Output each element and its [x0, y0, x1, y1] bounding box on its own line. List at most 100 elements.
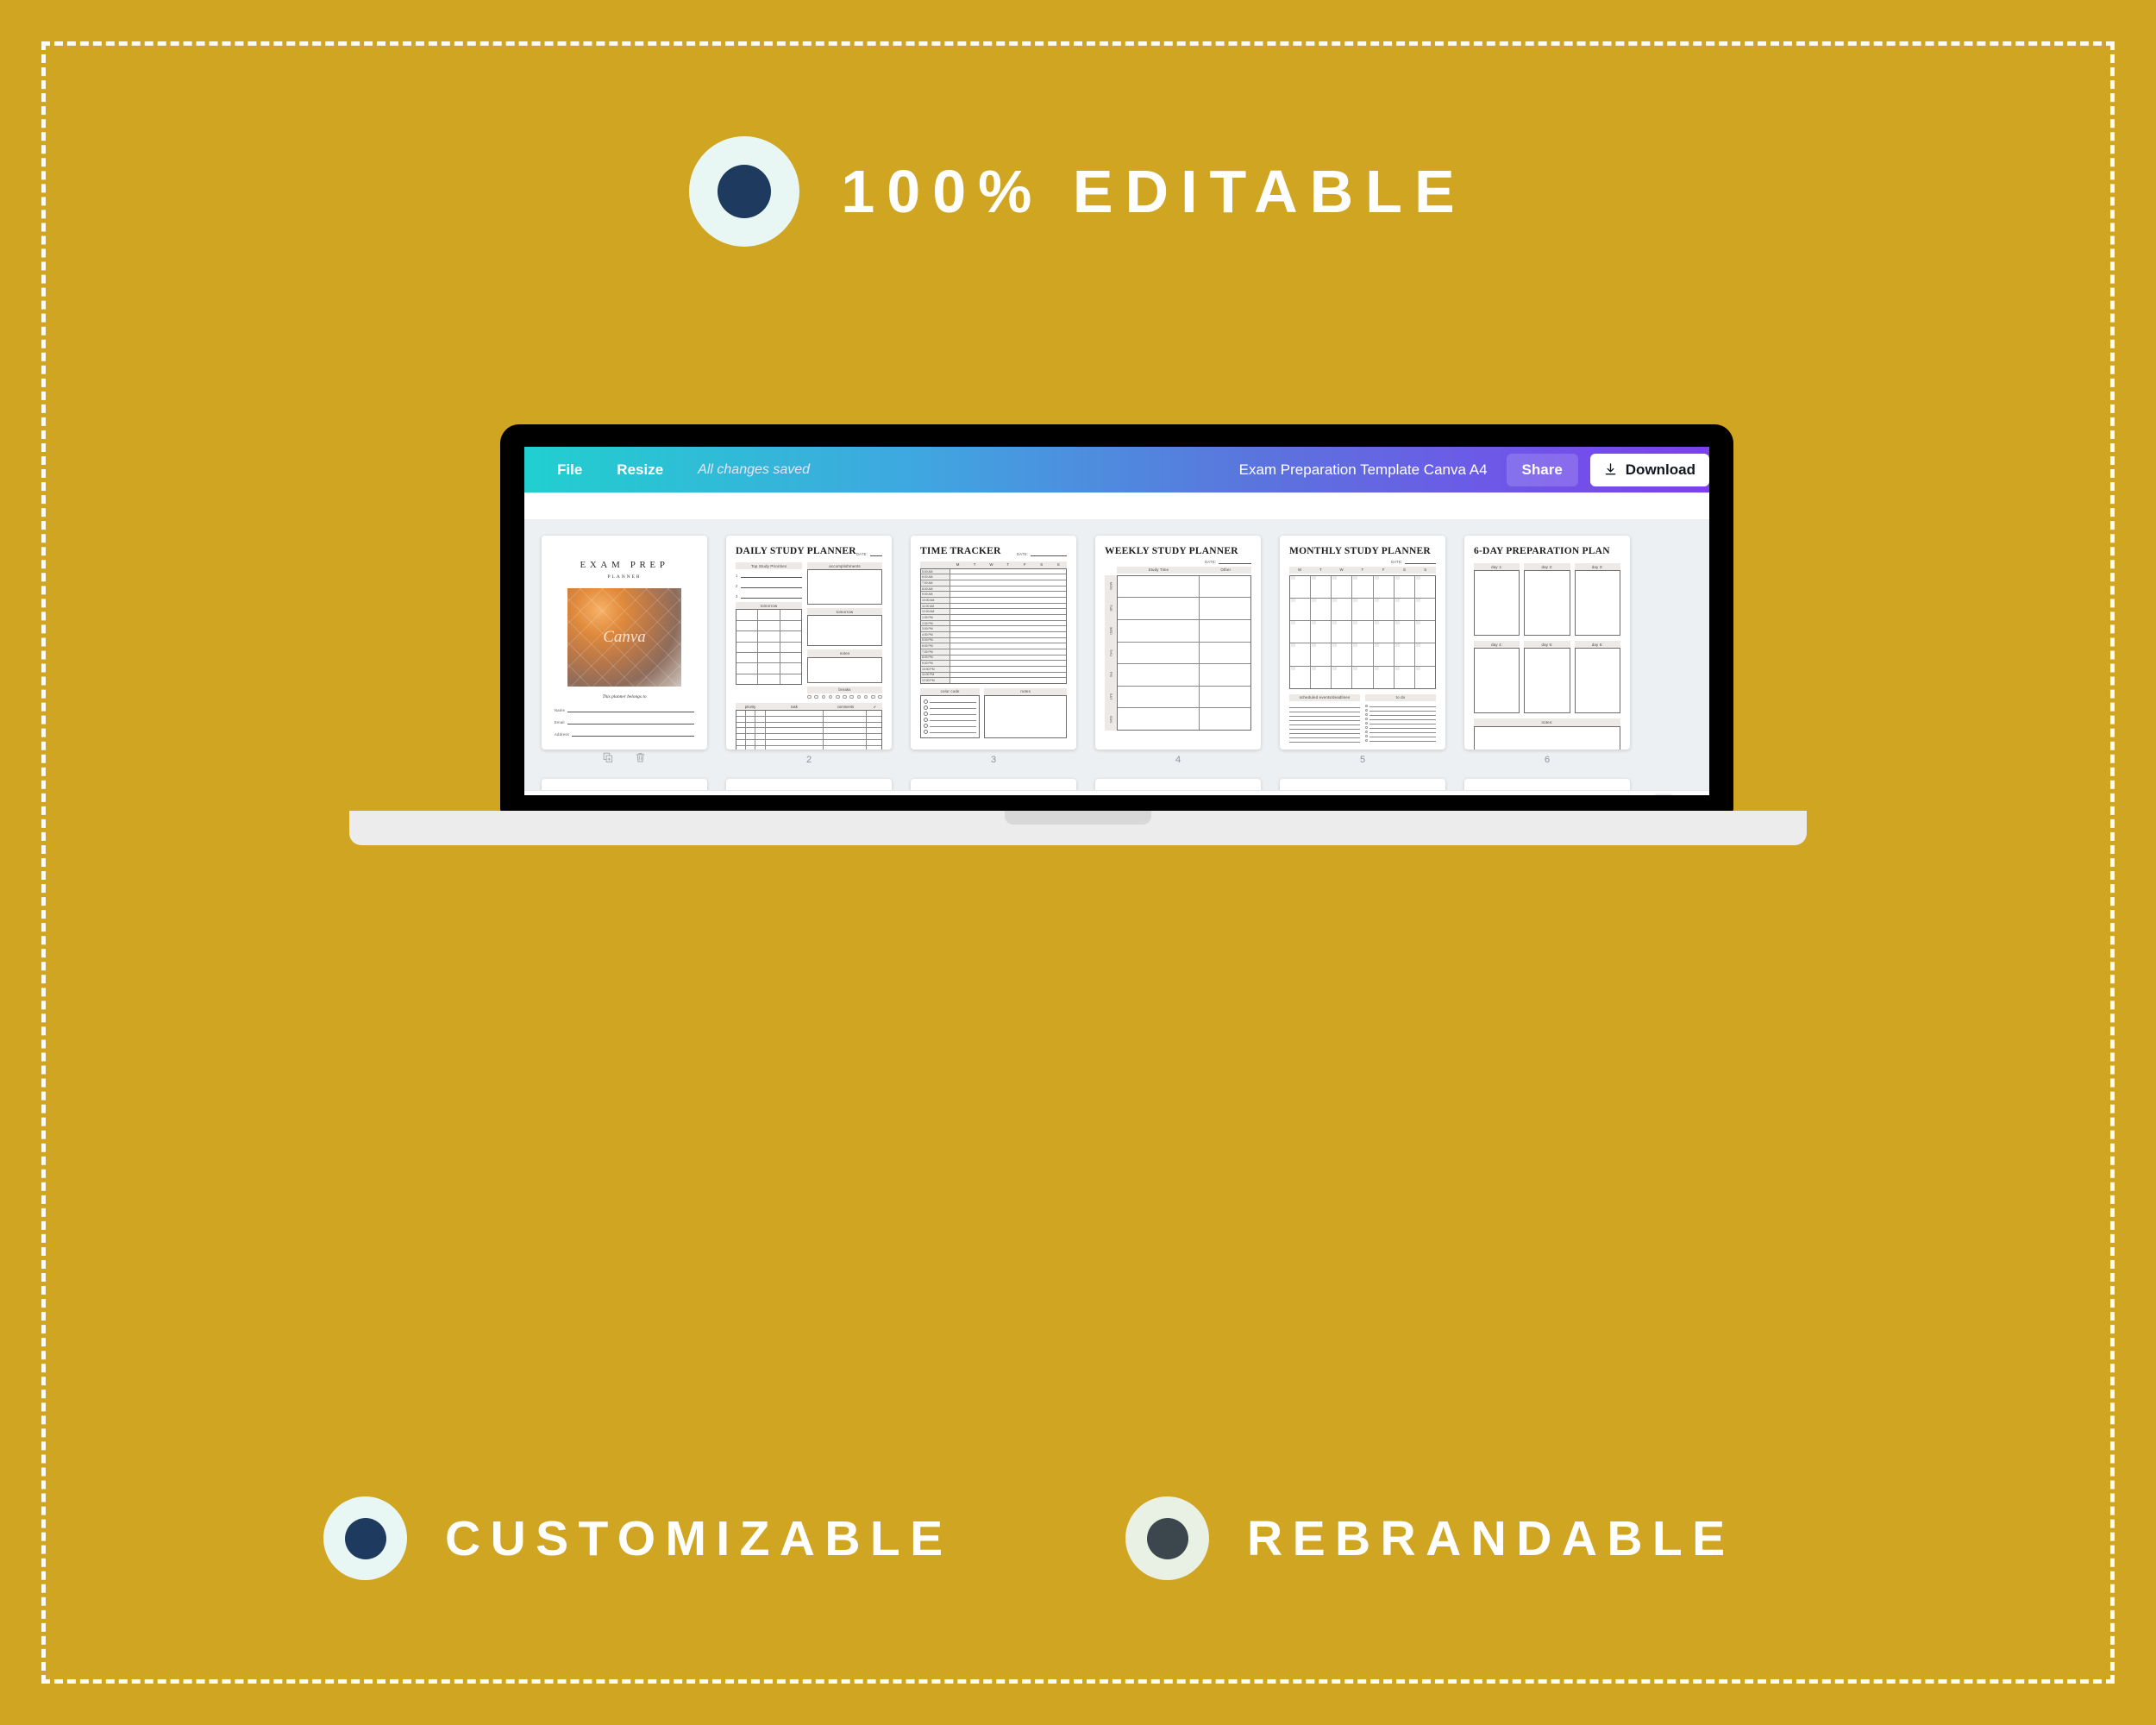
date-label: DATE: — [1391, 560, 1403, 564]
app-secondary-toolbar — [524, 492, 1709, 520]
todo-lines — [1365, 704, 1436, 743]
day-3-label: day 3: — [1574, 563, 1620, 571]
day-w: W — [989, 562, 993, 568]
page-thumbnail-9[interactable]: STUDY PROGRESS Class: topic time studied… — [911, 779, 1076, 790]
weekly-day-label: FRI — [1109, 672, 1112, 678]
page-thumbnail-8[interactable]: STUDY REFLECTION CLASS: topic covered ti… — [726, 779, 892, 790]
page-number-4: 4 — [1175, 755, 1181, 765]
weekly-day-label: SUN — [1109, 715, 1112, 724]
badge-rebrandable-label: REBRANDABLE — [1247, 1510, 1735, 1566]
daily-left-grid — [736, 609, 803, 686]
scheduled-event-line — [1289, 738, 1360, 743]
th-study-time: Study Time — [1148, 568, 1169, 573]
page-slot-4: WEEKLY STUDY PLANNER DATE: Study Time Ot… — [1095, 536, 1261, 770]
time-row-label: 5:00 PM — [921, 637, 950, 643]
file-menu-button[interactable]: File — [557, 461, 582, 479]
time-row-label: 6:00 AM — [921, 574, 950, 580]
band-notes-3: notes — [984, 687, 1067, 695]
page-thumbnail-5[interactable]: MONTHLY STUDY PLANNER DATE: M T W T F S … — [1280, 536, 1445, 750]
time-row-label: 10:00 AM — [921, 598, 950, 603]
weekly-day-label: MON — [1109, 582, 1112, 591]
breaks-circles — [807, 694, 882, 699]
day-m: M — [1298, 568, 1302, 573]
page-thumbnail-2[interactable]: DAILY STUDY PLANNER DATE: Top Study Prio… — [726, 536, 892, 750]
time-row-label: 11:00 PM — [921, 672, 950, 678]
band-color-code: color code — [920, 687, 981, 695]
page-thumbnail-12[interactable]: EXAM CHECKLIST date/time subject supplie… — [1464, 779, 1630, 790]
day-s2: S — [1056, 562, 1060, 568]
laptop-trackpad-notch — [1005, 811, 1151, 825]
day-4-label: day 4: — [1474, 641, 1520, 649]
page-slot-10: ASSIGNMENT TRACKER class assignment due … — [1095, 779, 1261, 790]
page-thumbnail-6[interactable]: 6-DAY PREPARATION PLAN day 1: day 2: day… — [1464, 536, 1630, 750]
document-title[interactable]: Exam Preparation Template Canva A4 — [1239, 461, 1488, 479]
page-slot-6: 6-DAY PREPARATION PLAN day 1: day 2: day… — [1464, 536, 1630, 770]
resize-button[interactable]: Resize — [617, 461, 663, 479]
todo-line — [1365, 738, 1436, 743]
cover-photo: Canva — [567, 588, 681, 687]
th-other: Other — [1220, 568, 1232, 573]
day-1-label: day 1: — [1474, 563, 1520, 571]
priority-1: 1 — [736, 574, 738, 579]
trash-icon[interactable] — [635, 752, 646, 768]
duplicate-page-icon[interactable] — [603, 752, 614, 768]
page-thumbnail-10[interactable]: ASSIGNMENT TRACKER class assignment due … — [1095, 779, 1261, 790]
time-notes-box — [984, 694, 1067, 738]
time-row-label: 9:00 AM — [921, 592, 950, 598]
band-tomorrow: tomorrow — [807, 608, 882, 616]
priority-3: 3 — [736, 594, 738, 599]
date-label: DATE: — [1205, 560, 1217, 564]
time-row-label: 10:00 PM — [921, 666, 950, 672]
circle-dot-icon — [689, 136, 800, 247]
day-s1: S — [1040, 562, 1044, 568]
canva-app-window: File Resize All changes saved Exam Prepa… — [524, 447, 1709, 795]
page-number-6: 6 — [1544, 755, 1551, 765]
page-thumbnail-1[interactable]: EXAM PREP PLANNER Canva This planner bel… — [542, 536, 707, 750]
page-number-3: 3 — [990, 755, 997, 765]
download-button[interactable]: Download — [1589, 453, 1709, 486]
time-row-label: 9:00 PM — [921, 661, 950, 666]
time-row-label: 5:00 AM — [921, 568, 950, 574]
page-title-3: TIME TRACKER — [920, 546, 1001, 556]
cover-field-email: Email — [555, 720, 565, 724]
time-row-label: 4:00 PM — [921, 632, 950, 637]
circle-dot-icon — [1125, 1496, 1209, 1580]
band-accomplishments: accomplishments — [807, 562, 882, 570]
save-status-text: All changes saved — [698, 461, 811, 477]
day-t1: T — [1319, 568, 1322, 573]
page-thumbnail-4[interactable]: WEEKLY STUDY PLANNER DATE: Study Time Ot… — [1095, 536, 1261, 750]
day-f: F — [1382, 568, 1385, 573]
page-slot-8: STUDY REFLECTION CLASS: topic covered ti… — [726, 779, 892, 790]
date-label: DATE: — [1017, 552, 1029, 556]
download-arrow-icon — [1604, 463, 1617, 476]
day-m: M — [956, 562, 960, 568]
share-button[interactable]: Share — [1506, 453, 1578, 486]
band-todo: to do — [1365, 693, 1436, 701]
page-thumbnail-7[interactable]: STICKY NOTE TRACKER DATE: subject: subje… — [542, 779, 707, 790]
cover-title: EXAM PREP — [580, 560, 669, 570]
page-thumbnail-3[interactable]: TIME TRACKER DATE: M T W T F S S 5:00 AM… — [911, 536, 1076, 750]
band-breaks: breaks — [807, 686, 882, 693]
time-row-label: 8:00 AM — [921, 586, 950, 592]
page-number-2: 2 — [805, 755, 812, 765]
color-code-row — [924, 705, 977, 711]
page-slot-7: STICKY NOTE TRACKER DATE: subject: subje… — [542, 779, 707, 790]
th-task: task — [791, 704, 798, 709]
pages-grid-icon[interactable]: 23 — [1653, 793, 1674, 795]
band-notes: notes — [807, 649, 882, 657]
download-button-label: Download — [1625, 461, 1695, 478]
priority-2: 2 — [736, 584, 738, 589]
cover-field-name: Name — [555, 708, 566, 712]
pages-grid: EXAM PREP PLANNER Canva This planner bel… — [524, 520, 1709, 790]
color-code-row — [924, 711, 977, 717]
time-row-label: 12:00 AM — [921, 609, 950, 615]
day-5-label: day 5: — [1524, 641, 1570, 649]
day-s1: S — [1402, 568, 1407, 573]
day-t1: T — [973, 562, 976, 568]
sixday-notes-label: notes: — [1474, 718, 1620, 726]
page-slot-5: MONTHLY STUDY PLANNER DATE: M T W T F S … — [1280, 536, 1445, 770]
time-row-label: 3:00 PM — [921, 626, 950, 631]
band-top-priorities: Top Study Priorities — [736, 562, 803, 570]
page-title-4: WEEKLY STUDY PLANNER — [1105, 546, 1238, 556]
page-thumbnail-11[interactable]: GRADE TRACKER assignment grade comments — [1280, 779, 1445, 790]
